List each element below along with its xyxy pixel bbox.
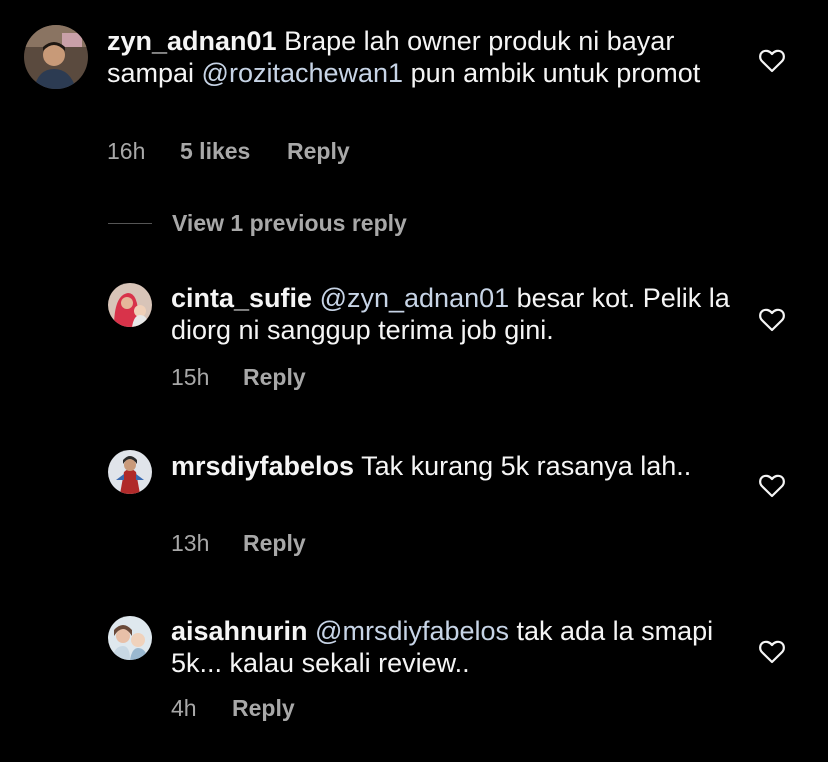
reply-username[interactable]: aisahnurin: [171, 616, 308, 646]
avatar[interactable]: [108, 283, 152, 327]
reply-meta: 4h Reply: [171, 694, 295, 722]
view-previous-replies[interactable]: View 1 previous reply: [108, 210, 407, 237]
heart-icon[interactable]: [759, 49, 785, 73]
reply-button[interactable]: Reply: [243, 529, 306, 557]
reply-text: cinta_sufie @zyn_adnan01 besar kot. Peli…: [171, 282, 731, 346]
reply-username[interactable]: mrsdiyfabelos: [171, 451, 354, 481]
heart-icon[interactable]: [759, 474, 785, 498]
mention-link[interactable]: @zyn_adnan01: [320, 283, 510, 313]
reply-timestamp: 13h: [171, 530, 210, 556]
reply-button[interactable]: Reply: [232, 694, 295, 722]
view-replies-label: View 1 previous reply: [172, 210, 407, 236]
reply-meta: 13h Reply: [171, 529, 306, 557]
avatar[interactable]: [24, 25, 88, 89]
reply-button[interactable]: Reply: [243, 363, 306, 391]
comment-item: zyn_adnan01 Brape lah owner produk ni ba…: [0, 0, 828, 200]
comment-text: zyn_adnan01 Brape lah owner produk ni ba…: [107, 25, 747, 89]
comment-timestamp: 16h: [107, 138, 146, 164]
reply-item: aisahnurin @mrsdiyfabelos tak ada la sma…: [0, 614, 828, 724]
comment-username[interactable]: zyn_adnan01: [107, 26, 277, 56]
reply-item: mrsdiyfabelos Tak kurang 5k rasanya lah.…: [0, 448, 828, 558]
reply-item: cinta_sufie @zyn_adnan01 besar kot. Peli…: [0, 280, 828, 390]
reply-username[interactable]: cinta_sufie: [171, 283, 312, 313]
avatar[interactable]: [108, 616, 152, 660]
reply-body: Tak kurang 5k rasanya lah..: [354, 451, 692, 481]
reply-text: mrsdiyfabelos Tak kurang 5k rasanya lah.…: [171, 450, 731, 482]
heart-icon[interactable]: [759, 308, 785, 332]
reply-button[interactable]: Reply: [287, 137, 350, 165]
heart-icon[interactable]: [759, 640, 785, 664]
reply-timestamp: 15h: [171, 364, 210, 390]
reply-text: aisahnurin @mrsdiyfabelos tak ada la sma…: [171, 615, 731, 679]
comment-body: pun ambik untuk promot: [403, 58, 701, 88]
reply-meta: 15h Reply: [171, 363, 306, 391]
divider: [108, 223, 152, 224]
mention-link[interactable]: @mrsdiyfabelos: [315, 616, 509, 646]
likes-count[interactable]: 5 likes: [180, 137, 287, 165]
comment-meta: 16h 5 likes Reply: [107, 137, 350, 165]
reply-timestamp: 4h: [171, 695, 197, 721]
mention-link[interactable]: @rozitachewan1: [202, 58, 404, 88]
avatar[interactable]: [108, 450, 152, 494]
